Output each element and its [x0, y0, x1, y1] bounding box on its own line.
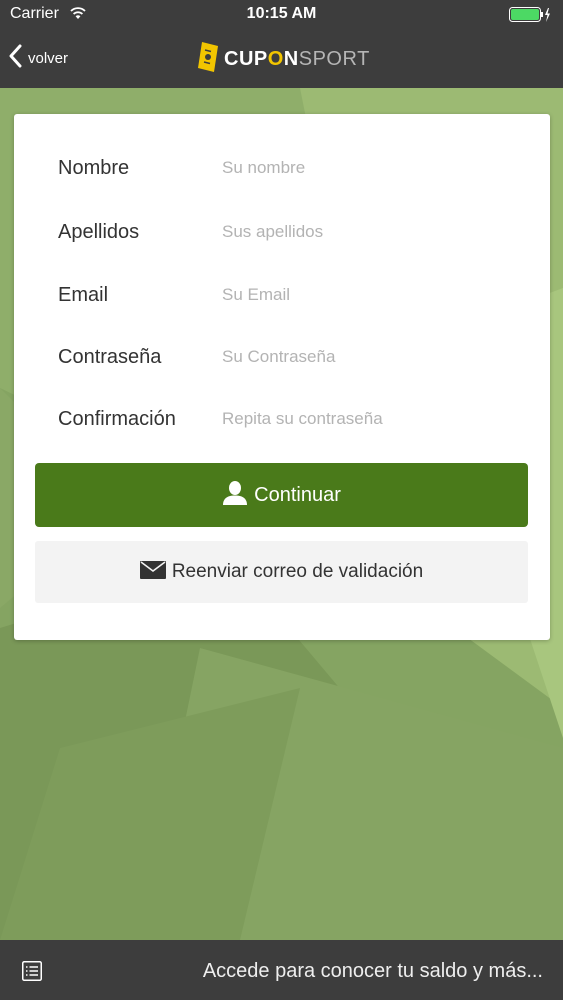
surname-label: Apellidos [58, 221, 140, 243]
status-bar: Carrier 10:15 AM [0, 0, 563, 30]
name-label: Nombre [58, 157, 130, 179]
chevron-left-icon [8, 44, 22, 73]
bottom-bar: Accede para conocer tu saldo y más... [0, 940, 563, 1000]
name-input[interactable] [214, 151, 524, 185]
password-label: Contraseña [58, 346, 162, 368]
back-button[interactable]: volver [8, 42, 68, 74]
login-prompt-link[interactable]: Accede para conocer tu saldo y más... [203, 960, 543, 983]
continue-label: Continuar [254, 483, 341, 506]
brand-name-primary: CUPON [224, 47, 299, 70]
user-icon [222, 480, 248, 511]
ticket-icon [196, 41, 220, 78]
name-field-row: Nombre [14, 149, 550, 189]
email-field-row: Email [14, 276, 550, 316]
brand-name-secondary: SPORT [298, 47, 370, 70]
password-confirm-field-row: Confirmación [14, 400, 550, 440]
password-input[interactable] [214, 340, 524, 374]
back-label: volver [28, 49, 69, 67]
password-confirm-input[interactable] [214, 402, 524, 436]
battery-icon [509, 7, 551, 28]
email-input[interactable] [214, 278, 524, 312]
surname-field-row: Apellidos [14, 213, 550, 253]
password-field-row: Contraseña [14, 338, 550, 378]
continue-button[interactable]: Continuar [35, 463, 528, 527]
email-label: Email [58, 284, 109, 306]
surname-input[interactable] [214, 215, 524, 249]
list-icon[interactable] [22, 961, 42, 986]
navigation-bar: volver CUPON SPORT [0, 30, 563, 88]
resend-label: Reenviar correo de validación [171, 561, 424, 582]
clock: 10:15 AM [246, 5, 317, 22]
brand-logo: CUPON SPORT [196, 41, 370, 77]
resend-validation-email-button[interactable]: Reenviar correo de validación [35, 541, 528, 603]
registration-form: Nombre Apellidos Email Contraseña Confir… [14, 114, 550, 640]
envelope-icon [139, 560, 166, 584]
password-confirm-label: Confirmación [58, 408, 176, 430]
